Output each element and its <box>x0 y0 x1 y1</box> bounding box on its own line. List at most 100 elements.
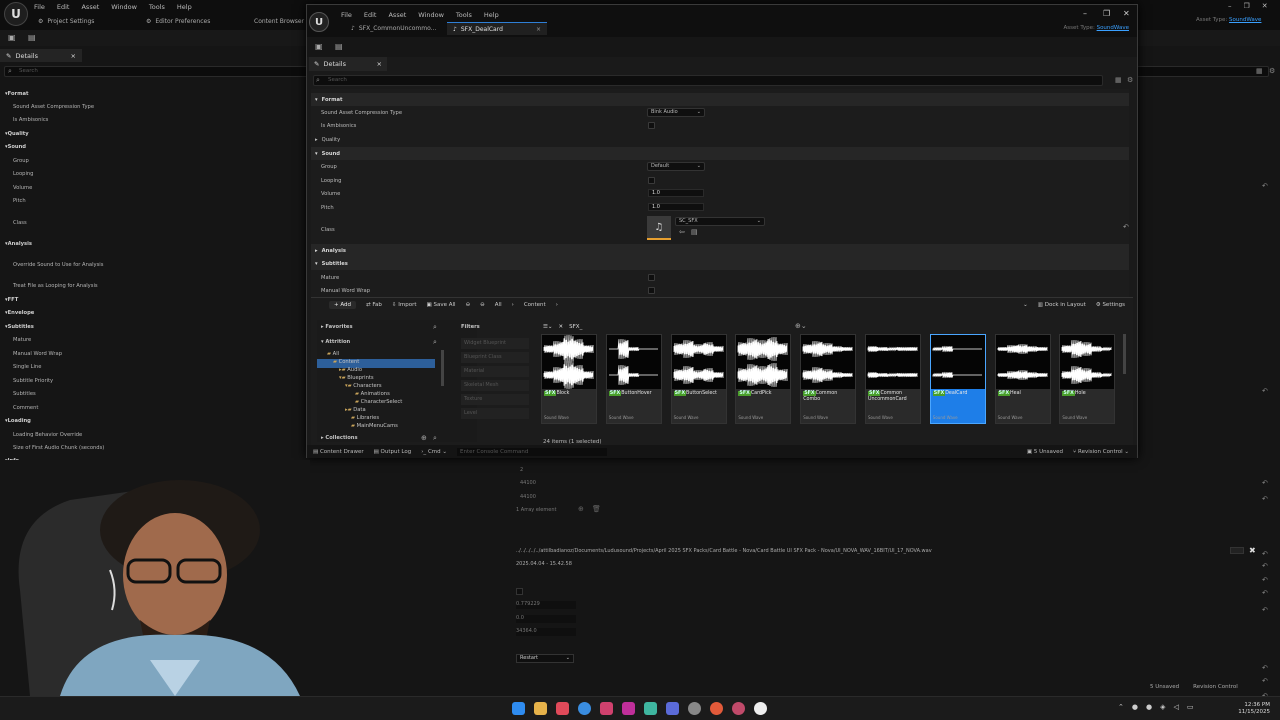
app-icon[interactable] <box>644 702 657 715</box>
grid-scrollbar[interactable] <box>1123 334 1126 374</box>
asset-search-bar[interactable]: ☰⌄ ✕ SFX_ <box>543 322 813 332</box>
reset-to-default-icon[interactable]: ↶ <box>1262 589 1268 597</box>
enable-attenuation-checkbox[interactable] <box>516 588 523 595</box>
reset-to-default-icon[interactable]: ↶ <box>1262 677 1268 685</box>
bg-category[interactable]: ▾ Loading <box>0 415 31 427</box>
group-dropdown[interactable]: Default ⌄ <box>647 162 705 171</box>
compression-type-dropdown[interactable]: Bink Audio ⌄ <box>647 108 705 117</box>
save-all-button[interactable]: ▣ Save All <box>427 302 456 308</box>
filter-widget-blueprint[interactable]: Widget Blueprint <box>461 338 529 349</box>
bg-menu-tools[interactable]: Tools <box>149 3 165 11</box>
breadcrumb-content[interactable]: Content <box>524 302 546 308</box>
menu-edit[interactable]: Edit <box>364 11 377 19</box>
reset-to-default-icon[interactable]: ↶ <box>1262 550 1268 558</box>
add-button[interactable]: + Add <box>329 301 357 309</box>
view-options-icon[interactable]: ▦ <box>1256 67 1263 75</box>
bg-menu-file[interactable]: File <box>34 3 45 11</box>
delete-icon[interactable]: 🗑 <box>592 505 601 513</box>
unsaved-indicator[interactable]: 5 Unsaved <box>1150 684 1179 690</box>
filter-skeletal-mesh[interactable]: Skeletal Mesh <box>461 380 529 391</box>
tree-audio[interactable]: ▸▰ Audio <box>339 367 362 373</box>
clock[interactable]: 12:36 PM 11/15/2025 <box>1238 702 1270 716</box>
reset-to-default-icon[interactable]: ↶ <box>1262 495 1268 503</box>
category-subtitles[interactable]: ▾ Subtitles <box>311 257 1129 270</box>
asset-type-link[interactable]: SoundWave <box>1097 25 1129 31</box>
history-forward-icon[interactable]: ⊖ <box>480 302 485 308</box>
search-icon[interactable]: ⌕ <box>433 338 437 347</box>
app-icon[interactable] <box>732 702 745 715</box>
volume-input[interactable]: 1.0 <box>648 189 704 197</box>
close-icon[interactable]: × <box>377 60 382 68</box>
browse-icon[interactable]: ▤ <box>28 33 36 42</box>
browse-button[interactable] <box>1230 547 1244 554</box>
unreal-taskbar-icon[interactable] <box>754 702 767 715</box>
settings-button[interactable]: ⚙ Settings <box>1096 302 1125 308</box>
bg-category[interactable]: ▾ Format <box>0 88 28 100</box>
clear-search-icon[interactable]: ✕ <box>559 324 564 330</box>
browse-icon[interactable]: ▤ <box>335 42 343 51</box>
manual-word-wrap-checkbox[interactable] <box>648 287 655 294</box>
output-log-button[interactable]: ▤ Output Log <box>374 449 412 455</box>
clear-icon[interactable]: ✖ <box>1249 546 1256 555</box>
unsaved-indicator[interactable]: ▣ 5 Unsaved <box>1027 449 1063 455</box>
battery-icon[interactable]: ▭ <box>1187 703 1194 711</box>
chevron-up-icon[interactable]: ⌃ <box>1118 703 1124 711</box>
row-quality[interactable]: ▸ Quality <box>311 133 1129 146</box>
category-sound[interactable]: ▾ Sound <box>311 147 1129 160</box>
asset-tile[interactable]: SFXButtonSelect Sound Wave <box>670 334 727 424</box>
network-icon[interactable]: ◈ <box>1160 703 1165 711</box>
bg-menu-window[interactable]: Window <box>111 3 137 11</box>
bg-category[interactable]: ▾ Analysis <box>0 238 32 250</box>
asset-tile[interactable]: SFXCommon UncommonCard Sound Wave <box>865 334 921 424</box>
reset-to-default-icon[interactable]: ↶ <box>1262 664 1268 672</box>
bg-category[interactable]: ▾ Sound <box>0 141 26 153</box>
filter-icon[interactable]: ☰⌄ <box>543 324 553 330</box>
use-selected-icon[interactable]: ⇦ <box>679 228 685 236</box>
restore-icon[interactable]: ❐ <box>1103 9 1110 18</box>
cmd-dropdown[interactable]: ›_ Cmd ⌄ <box>421 449 447 455</box>
save-icon[interactable]: ▣ <box>315 42 323 51</box>
tree-characterselect[interactable]: ▰ CharacterSelect <box>355 399 402 405</box>
gear-icon[interactable]: ⚙ <box>1127 76 1133 84</box>
bg-menu-edit[interactable]: Edit <box>57 3 70 11</box>
reset-to-default-icon[interactable]: ↶ <box>1262 562 1268 570</box>
history-back-icon[interactable]: ⊖ <box>466 302 471 308</box>
asset-tile[interactable]: SFXHole Sound Wave <box>1059 334 1116 424</box>
asset-tile[interactable]: SFXButtonHover Sound Wave <box>605 334 662 424</box>
volume-icon[interactable]: ◁ <box>1173 703 1178 711</box>
asset-tile[interactable]: SFXHeal Sound Wave <box>994 334 1051 424</box>
minimize-icon[interactable]: – <box>1083 9 1087 18</box>
content-drawer-button[interactable]: ▤ Content Drawer <box>313 449 364 455</box>
close-icon[interactable]: ✕ <box>1123 9 1130 18</box>
tree-blueprints[interactable]: ▾▰ Blueprints <box>339 375 374 381</box>
bg-category[interactable]: ▾ Quality <box>0 128 29 140</box>
close-icon[interactable]: × <box>71 52 76 60</box>
tab-sfx-dealcard[interactable]: ♪ SFX_DealCard × <box>447 22 547 35</box>
tree-data[interactable]: ▸▰ Data <box>345 407 366 413</box>
app-tray-icon[interactable]: ● <box>1132 703 1138 711</box>
start-icon[interactable] <box>512 702 525 715</box>
tab-content-browser[interactable]: Content Browser <box>248 15 310 27</box>
app-tray-icon[interactable]: ● <box>1146 703 1152 711</box>
revision-control-button[interactable]: Revision Control <box>1193 684 1238 690</box>
sound-class-dropdown[interactable]: SC_SFX ⌄ <box>675 217 765 226</box>
path-dropdown-icon[interactable]: ⌄ <box>1023 302 1028 308</box>
bg-details-tab[interactable]: ✎ Details × <box>0 49 82 62</box>
category-format[interactable]: ▾ Format <box>311 93 1129 106</box>
bg-menu-asset[interactable]: Asset <box>81 3 99 11</box>
collections-header[interactable]: ▸ Collections <box>321 435 358 441</box>
tab-editor-preferences[interactable]: ⚙ Editor Preferences <box>140 15 216 27</box>
bg-category[interactable]: ▾ Envelope <box>0 307 34 319</box>
details-search-input[interactable]: Search <box>313 75 1103 86</box>
reset-to-default-icon[interactable]: ↶ <box>1262 606 1268 614</box>
mature-checkbox[interactable] <box>648 274 655 281</box>
menu-window[interactable]: Window <box>418 11 444 19</box>
revision-control-button[interactable]: ⑂ Revision Control ⌄ <box>1073 449 1129 455</box>
tree-scrollbar[interactable] <box>441 350 444 386</box>
file-explorer-icon[interactable] <box>534 702 547 715</box>
app-icon[interactable] <box>622 702 635 715</box>
search-icon[interactable]: ⌕ <box>433 434 437 443</box>
add-filter-icon[interactable]: ⊕⌄ <box>795 322 807 330</box>
pitch-input[interactable]: 1.0 <box>648 203 704 211</box>
bg-category[interactable]: ▾ FFT <box>0 294 18 306</box>
